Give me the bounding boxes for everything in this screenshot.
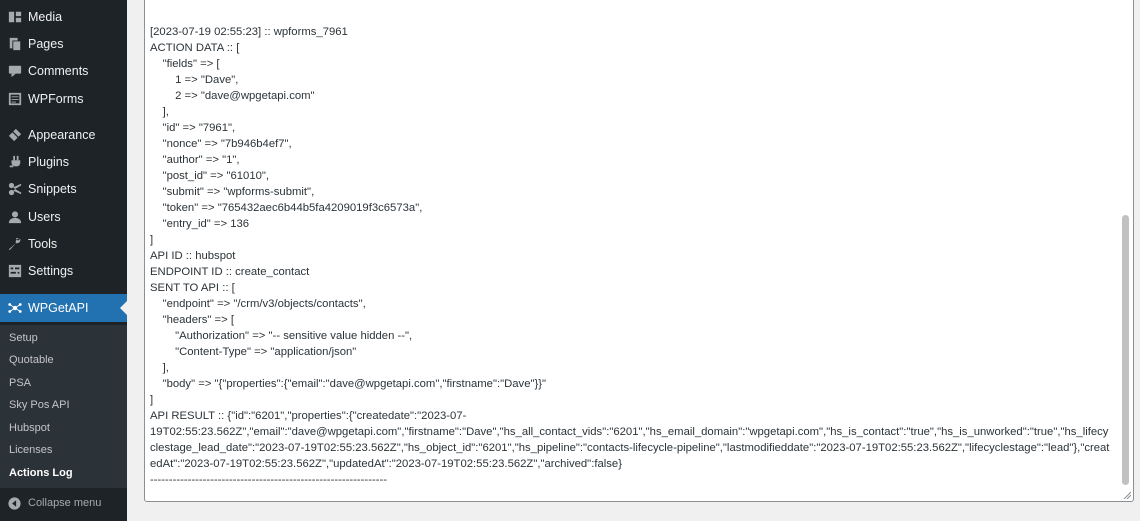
sidebar-item-label: Users xyxy=(28,210,61,224)
submenu-item-licenses[interactable]: Licenses xyxy=(9,444,52,456)
tools-icon xyxy=(8,237,22,251)
sidebar-item-appearance[interactable]: Appearance xyxy=(0,122,127,148)
sidebar-item-pages[interactable]: Pages xyxy=(0,31,127,57)
sidebar-item-label: Appearance xyxy=(28,128,96,142)
pages-icon xyxy=(8,37,22,51)
wpforms-icon xyxy=(8,92,22,106)
sidebar-item-label: WPForms xyxy=(28,92,84,106)
sidebar-item-label: Settings xyxy=(28,264,74,278)
submenu-item-actions-log[interactable]: Actions Log xyxy=(9,467,73,479)
sidebar-item-label: Media xyxy=(28,10,63,24)
submenu-item-setup[interactable]: Setup xyxy=(9,332,38,344)
sidebar-item-label: Plugins xyxy=(28,155,69,169)
settings-icon xyxy=(8,264,22,278)
admin-sidebar: Media Pages Comments WPForms Appearance … xyxy=(0,0,127,521)
sidebar-item-label: Tools xyxy=(28,237,58,251)
sidebar-item-comments[interactable]: Comments xyxy=(0,58,127,84)
sidebar-item-users[interactable]: Users xyxy=(0,204,127,230)
sidebar-item-tools[interactable]: Tools xyxy=(0,231,127,257)
sidebar-item-wpforms[interactable]: WPForms xyxy=(0,86,127,112)
sidebar-item-settings[interactable]: Settings xyxy=(0,258,127,284)
wpgetapi-submenu: Setup Quotable PSA Sky Pos API Hubspot L… xyxy=(0,325,127,488)
log-content: [2023-07-19 02:55:23] :: wpforms_7961 AC… xyxy=(150,26,1110,486)
sidebar-item-wpgetapi[interactable]: WPGetAPI xyxy=(0,294,127,322)
media-icon xyxy=(8,10,22,24)
snippets-icon xyxy=(8,182,22,196)
plugins-icon xyxy=(8,155,22,169)
resize-handle-icon[interactable] xyxy=(1123,491,1131,499)
scrollbar-thumb[interactable] xyxy=(1122,215,1129,485)
sidebar-item-label: Snippets xyxy=(28,182,77,196)
sidebar-item-plugins[interactable]: Plugins xyxy=(0,149,127,175)
submenu-item-sky-pos-api[interactable]: Sky Pos API xyxy=(9,399,70,411)
collapse-menu-button[interactable]: Collapse menu xyxy=(0,492,127,514)
collapse-menu-label: Collapse menu xyxy=(28,497,102,509)
submenu-item-quotable[interactable]: Quotable xyxy=(9,354,54,366)
appearance-icon xyxy=(8,128,22,142)
wpgetapi-icon xyxy=(8,301,22,315)
submenu-item-psa[interactable]: PSA xyxy=(9,377,31,389)
sidebar-item-snippets[interactable]: Snippets xyxy=(0,176,127,202)
sidebar-item-label: WPGetAPI xyxy=(28,301,89,315)
collapse-icon xyxy=(8,496,21,510)
submenu-item-hubspot[interactable]: Hubspot xyxy=(9,422,50,434)
sidebar-item-label: Comments xyxy=(28,64,89,78)
users-icon xyxy=(8,210,22,224)
sidebar-item-media[interactable]: Media xyxy=(0,4,127,30)
sidebar-item-label: Pages xyxy=(28,37,64,51)
actions-log-textarea[interactable]: [2023-07-19 02:55:23] :: wpforms_7961 AC… xyxy=(144,0,1134,502)
comments-icon xyxy=(8,64,22,78)
